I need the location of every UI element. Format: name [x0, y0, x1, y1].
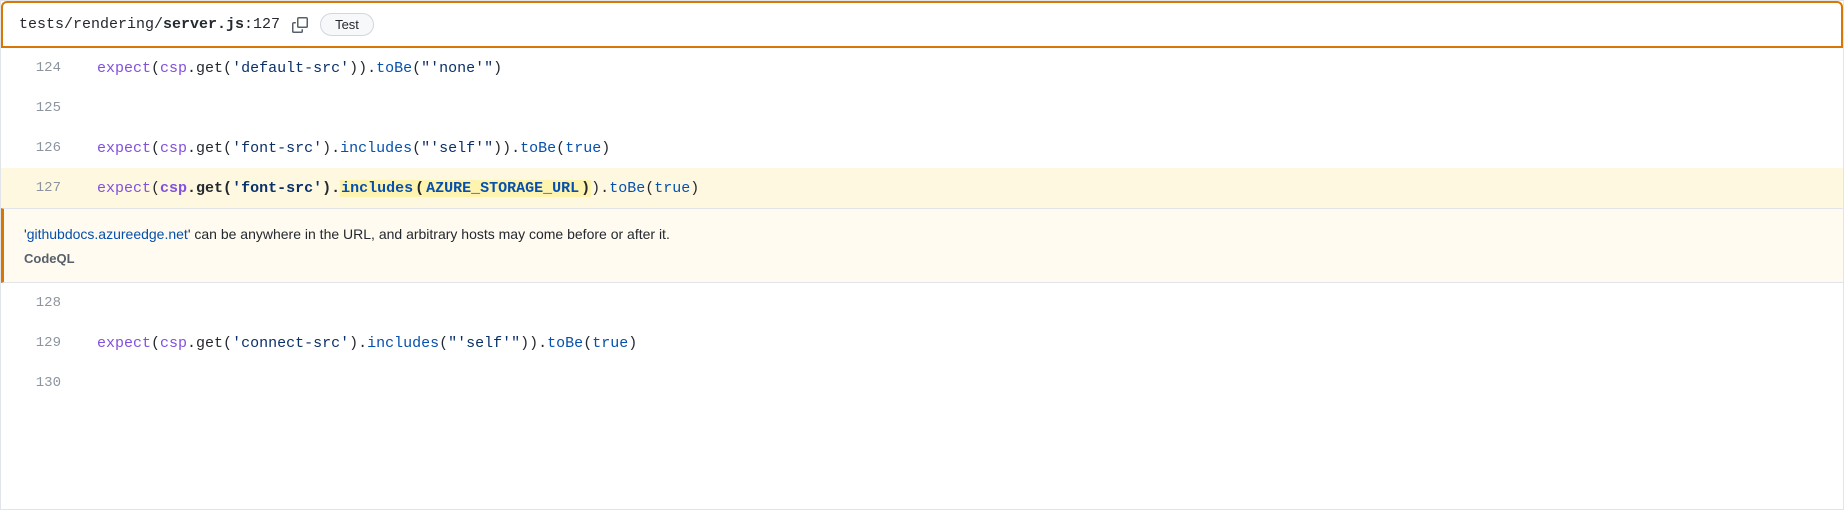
alert-link: githubdocs.azureedge.net [27, 226, 188, 242]
code-token: "'self'" [448, 335, 520, 352]
code-token: .get( [187, 60, 232, 77]
code-token: csp [160, 180, 187, 197]
code-token: ) [493, 60, 502, 77]
code-token: ( [645, 180, 654, 197]
line-number-128: 128 [1, 295, 81, 311]
code-token: csp [160, 140, 187, 157]
code-token: )). [520, 335, 547, 352]
code-token: toBe [609, 180, 645, 197]
code-token: ( [151, 335, 160, 352]
code-token: ( [583, 335, 592, 352]
file-header: tests/rendering/server.js:127 Test [1, 1, 1843, 48]
code-token: includes [367, 335, 439, 352]
file-name: server.js [163, 16, 244, 33]
code-token: expect [97, 60, 151, 77]
copy-icon[interactable] [290, 15, 310, 35]
code-line-125: 125 [1, 88, 1843, 128]
code-token: true [592, 335, 628, 352]
line-content-124: expect(csp.get('default-src')).toBe("'no… [81, 60, 518, 77]
line-content-126: expect(csp.get('font-src').includes("'se… [81, 140, 626, 157]
code-token: 'font-src' [232, 140, 322, 157]
line-number-130: 130 [1, 375, 81, 391]
code-token: includes [340, 140, 412, 157]
code-line-130: 130 [1, 363, 1843, 403]
code-token: toBe [520, 140, 556, 157]
code-token: ).includes(AZURE_STORAGE_URL) [322, 180, 591, 197]
code-area: 124 expect(csp.get('default-src')).toBe(… [1, 48, 1843, 509]
line-number-127: 127 [1, 180, 81, 196]
line-number-125: 125 [1, 100, 81, 116]
code-token: expect [97, 140, 151, 157]
code-token: expect [97, 335, 151, 352]
test-button[interactable]: Test [320, 13, 374, 36]
code-token: 'connect-src' [232, 335, 349, 352]
code-token: ). [322, 140, 340, 157]
code-token: "'self'" [421, 140, 493, 157]
code-token: true [565, 140, 601, 157]
code-token: ) [628, 335, 637, 352]
code-token: .get( [187, 180, 232, 197]
code-token: ) [601, 140, 610, 157]
code-token: )). [349, 60, 376, 77]
code-token: ( [412, 60, 421, 77]
code-token: true [654, 180, 690, 197]
code-token: ). [591, 180, 609, 197]
file-directory: tests/rendering/ [19, 16, 163, 33]
code-token: csp [160, 60, 187, 77]
code-line-129: 129 expect(csp.get('connect-src').includ… [1, 323, 1843, 363]
code-token: ( [151, 60, 160, 77]
code-token: )). [493, 140, 520, 157]
code-token: .get( [187, 335, 232, 352]
code-token: toBe [547, 335, 583, 352]
code-line-128: 128 [1, 283, 1843, 323]
line-content-127: expect(csp.get('font-src').includes(AZUR… [81, 180, 715, 197]
code-token: 'default-src' [232, 60, 349, 77]
file-path: tests/rendering/server.js:127 [19, 16, 280, 33]
alert-block: 'githubdocs.azureedge.net' can be anywhe… [1, 208, 1843, 283]
code-line-127: 127 expect(csp.get('font-src').includes(… [1, 168, 1843, 208]
file-line: :127 [244, 16, 280, 33]
code-line-124: 124 expect(csp.get('default-src')).toBe(… [1, 48, 1843, 88]
code-token: toBe [376, 60, 412, 77]
code-line-126: 126 expect(csp.get('font-src').includes(… [1, 128, 1843, 168]
code-token: ( [412, 140, 421, 157]
code-token: ( [151, 180, 160, 197]
code-token: ( [556, 140, 565, 157]
code-token: 'font-src' [232, 180, 322, 197]
line-content-129: expect(csp.get('connect-src').includes("… [81, 335, 653, 352]
code-token: ). [349, 335, 367, 352]
line-number-126: 126 [1, 140, 81, 156]
code-token: ( [151, 140, 160, 157]
line-number-129: 129 [1, 335, 81, 351]
main-container: tests/rendering/server.js:127 Test 124 e… [0, 0, 1844, 510]
code-token: csp [160, 335, 187, 352]
code-token: ( [439, 335, 448, 352]
code-token: ) [690, 180, 699, 197]
code-token: .get( [187, 140, 232, 157]
alert-badge: CodeQL [24, 251, 75, 266]
line-number-124: 124 [1, 60, 81, 76]
code-token: expect [97, 180, 151, 197]
code-token: "'none'" [421, 60, 493, 77]
alert-text: 'githubdocs.azureedge.net' can be anywhe… [24, 223, 1823, 245]
